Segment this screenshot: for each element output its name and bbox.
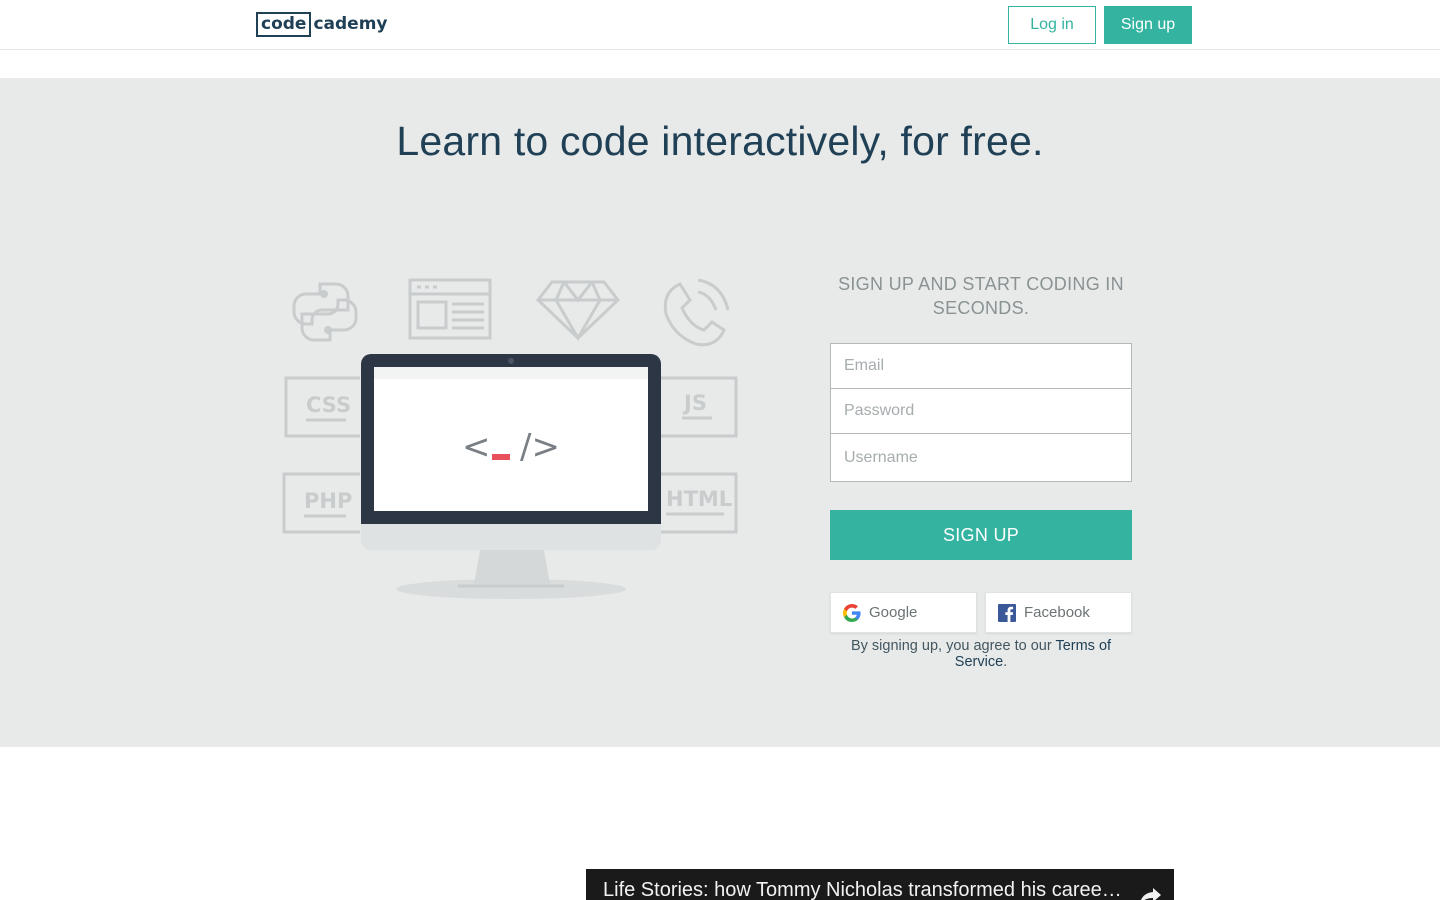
facebook-signup-button[interactable]: Facebook bbox=[985, 592, 1132, 633]
username-field[interactable] bbox=[844, 448, 1131, 467]
screen-cursor bbox=[492, 454, 510, 460]
css-badge-label: CSS bbox=[306, 393, 351, 417]
google-label: Google bbox=[869, 604, 918, 621]
video-title[interactable]: Life Stories: how Tommy Nicholas transfo… bbox=[603, 879, 1127, 900]
login-button[interactable]: Log in bbox=[1008, 6, 1096, 44]
google-signup-button[interactable]: Google bbox=[830, 592, 977, 633]
screen-code-left: < bbox=[462, 427, 491, 467]
html-badge-label: HTML bbox=[666, 487, 732, 511]
email-field-wrapper bbox=[831, 344, 1131, 389]
codecademy-logo[interactable]: code cademy bbox=[256, 11, 388, 37]
email-field[interactable] bbox=[844, 357, 1131, 375]
python-icon bbox=[292, 282, 358, 342]
facebook-icon bbox=[998, 603, 1016, 622]
terms-text: By signing up, you agree to our Terms of… bbox=[830, 638, 1132, 670]
js-badge-label: JS bbox=[682, 391, 707, 415]
logo-code-box: code bbox=[256, 11, 312, 37]
browser-icon bbox=[408, 278, 492, 340]
terms-suffix: . bbox=[1003, 654, 1008, 670]
password-field[interactable] bbox=[844, 402, 1131, 420]
monitor-icon: < /> bbox=[361, 354, 661, 599]
phone-icon bbox=[663, 278, 730, 347]
screen-code-right: /> bbox=[520, 427, 560, 467]
signup-heading: SIGN UP AND START CODING IN SECONDS. bbox=[838, 274, 1124, 318]
php-badge-label: PHP bbox=[304, 489, 352, 513]
hero-title: Learn to code interactively, for free. bbox=[396, 118, 1044, 164]
top-navbar: code cademy Log in Sign up bbox=[0, 0, 1440, 50]
coding-illustration: CSS JS PHP HTML < /> bbox=[282, 278, 738, 599]
username-field-wrapper bbox=[831, 434, 1131, 481]
signup-button-header[interactable]: Sign up bbox=[1104, 6, 1192, 44]
signup-form-fields bbox=[830, 343, 1132, 482]
password-field-wrapper bbox=[831, 389, 1131, 434]
logo-cademy-text: cademy bbox=[313, 14, 388, 34]
hero-section: Learn to code interactively, for free. C… bbox=[0, 78, 1440, 747]
facebook-label: Facebook bbox=[1024, 604, 1090, 621]
google-icon bbox=[843, 603, 861, 622]
signup-submit-button[interactable]: SIGN UP bbox=[830, 510, 1132, 560]
terms-prefix: By signing up, you agree to our bbox=[850, 638, 1056, 654]
video-embed[interactable]: Life Stories: how Tommy Nicholas transfo… bbox=[586, 869, 1174, 900]
share-icon[interactable] bbox=[1139, 886, 1163, 900]
ruby-gem-icon bbox=[535, 280, 621, 341]
